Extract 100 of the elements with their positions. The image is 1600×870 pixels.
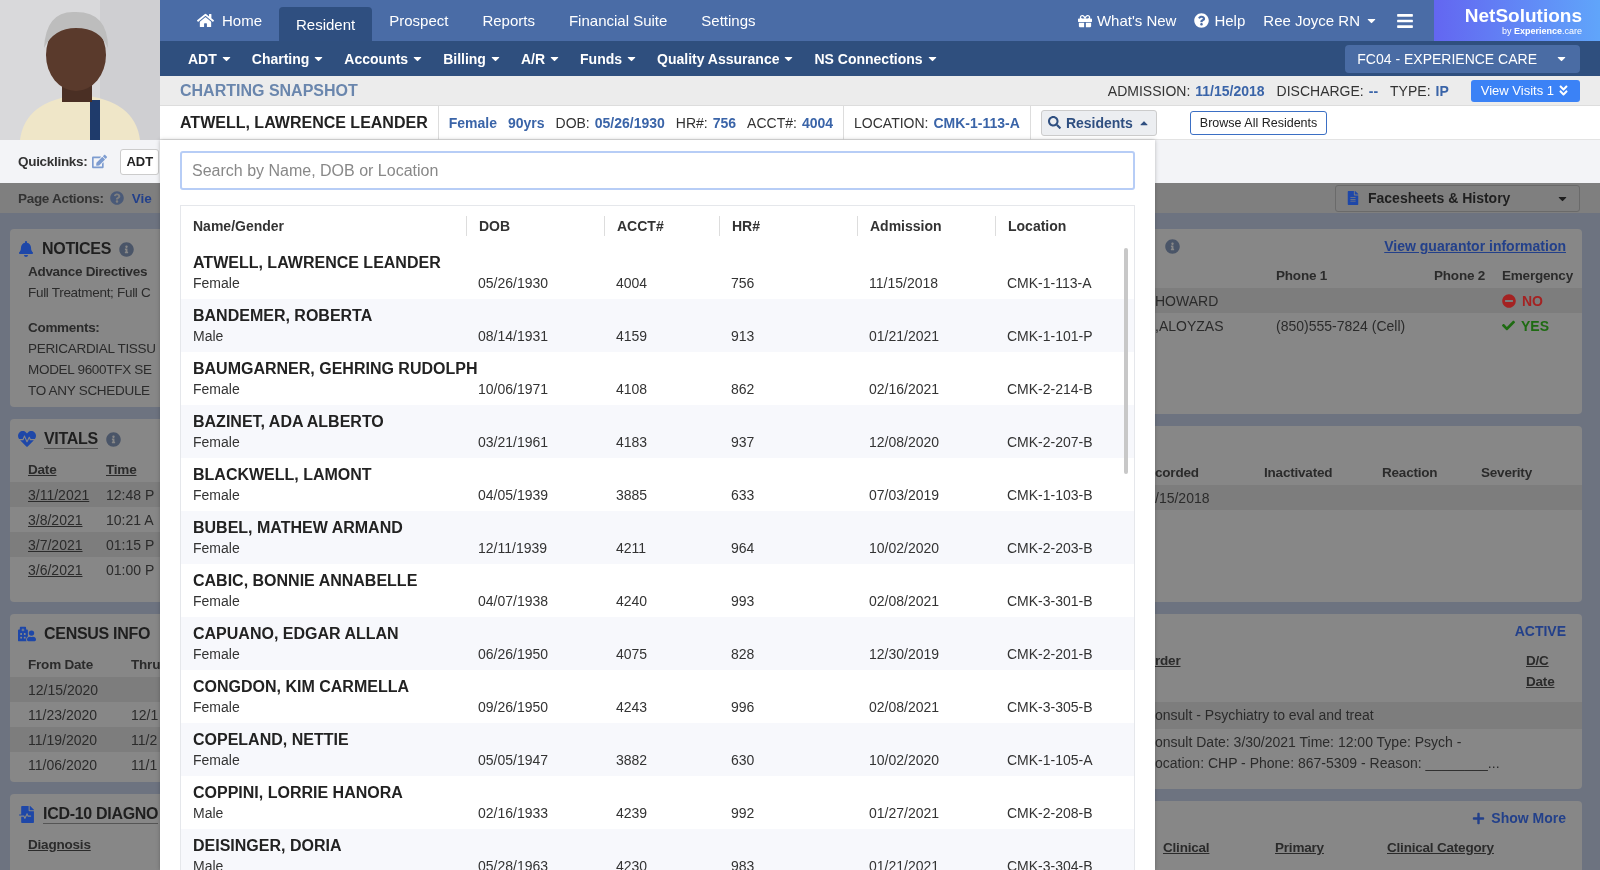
nav-tab[interactable]: Financial Suite: [551, 0, 685, 41]
field-value: IP: [1435, 82, 1449, 99]
table-cell-text: 4243: [615, 698, 648, 717]
result-row[interactable]: COPELAND, NETTIE Female 05/05/1947 3882 630 10/02/2020 CMK-1-105-A: [181, 723, 1134, 776]
order-text: onsult Date: 3/30/2021 Time: 12:00 Type: Psych -: [1155, 733, 1463, 752]
table-cell-text: 756: [730, 274, 755, 293]
field-label: Advance Directives: [27, 263, 149, 281]
table-cell-text: 05/05/1947: [477, 751, 549, 770]
nav-tab[interactable]: Home: [180, 0, 279, 41]
column-header: Clinical: [1163, 840, 1211, 855]
table-cell-text: CMK-1-103-B: [1006, 486, 1093, 505]
column-header: ACCT#: [604, 216, 719, 236]
table-cell-text: CMK-2-201-B: [1006, 645, 1093, 664]
table-cell-text: 11/19/2020: [28, 731, 99, 748]
table-cell-text: CMK-2-214-B: [1006, 380, 1093, 399]
hospital-user-icon: [18, 625, 36, 643]
nav-tab[interactable]: Prospect: [372, 0, 466, 41]
help-link[interactable]: Help: [1194, 12, 1246, 29]
quicklink-button[interactable]: ADT: [120, 148, 160, 175]
field-value: --: [1368, 82, 1379, 99]
help-icon: [109, 191, 124, 205]
menu-item[interactable]: Quality Assurance: [657, 50, 796, 67]
status-label: ACTIVE: [1514, 623, 1566, 639]
table-cell-text: 08/14/1931: [477, 327, 549, 346]
table-cell-text: Female: [192, 751, 240, 770]
table-cell-text: 4211: [615, 539, 647, 558]
menu-item[interactable]: Charting: [251, 50, 326, 67]
table-cell-text: 3/6/2021: [28, 561, 84, 578]
nav-tab[interactable]: Resident: [279, 7, 373, 41]
search-icon: [1047, 116, 1061, 129]
menu-item[interactable]: Billing: [443, 50, 502, 67]
view-visits-button[interactable]: View Visits 1: [1470, 79, 1580, 102]
table-cell-text: 09/26/1950: [477, 698, 549, 717]
field-label: ACCT#:: [747, 114, 797, 131]
table-cell-text: 3/7/2021: [28, 536, 84, 553]
table-cell-text: Male: [192, 327, 224, 346]
resident-name: CABIC, BONNIE ANNABELLE: [192, 571, 418, 591]
column-header: corded: [1155, 465, 1200, 480]
column-header: Diagnosis: [28, 837, 92, 852]
search-field[interactable]: Search by Name, DOB or Location: [180, 151, 1135, 190]
residents-button[interactable]: Residents: [1040, 109, 1157, 136]
info-icon: [1165, 238, 1180, 254]
table-cell-text: 12/08/2020: [868, 433, 940, 452]
table-cell-text: 02/16/1933: [477, 804, 549, 823]
resident-name: BLACKWELL, LAMONT: [192, 465, 372, 485]
field-value: 05/26/1930: [594, 114, 665, 131]
menu-item[interactable]: A/R: [520, 50, 562, 67]
menu-item[interactable]: Accounts: [344, 50, 425, 67]
whats-new-link[interactable]: What's New: [1077, 12, 1177, 29]
comment-line: PERICARDIAL TISSU: [27, 340, 157, 358]
table-cell-text: 05/26/1930: [477, 274, 549, 293]
table-cell-text: 862: [730, 380, 755, 399]
table-cell-text: 12/11/1939: [477, 539, 548, 558]
table-cell-text: 993: [730, 592, 755, 611]
table-cell-text: 4075: [615, 645, 648, 664]
field-label: DISCHARGE:: [1276, 82, 1364, 99]
menu-item[interactable]: ADT: [188, 50, 233, 67]
plus-icon: [1472, 811, 1486, 825]
result-row[interactable]: BANDEMER, ROBERTA Male 08/14/1931 4159 913 01/21/2021 CMK-1-101-P: [181, 299, 1134, 352]
facesheets-dropdown[interactable]: Facesheets & History: [1335, 184, 1580, 212]
table-cell-text: Female: [192, 380, 240, 399]
result-row[interactable]: BAZINET, ADA ALBERTO Female 03/21/1961 4183 937 12/08/2020 CMK-2-207-B: [181, 405, 1134, 458]
field-value: CMK-1-113-A: [933, 114, 1020, 131]
column-header: Primary: [1275, 840, 1325, 855]
field-label: HR#:: [675, 114, 708, 131]
table-cell: 12/1: [131, 706, 160, 723]
field-label: LOCATION:: [854, 114, 929, 131]
table-cell-text: 3/11/2021: [28, 486, 91, 503]
resident-name: BAUMGARNER, GEHRING RUDOLPH: [192, 359, 478, 379]
menu-item[interactable]: NS Connections: [814, 50, 939, 67]
resident-name: COPELAND, NETTIE: [192, 730, 349, 750]
table-cell-text: Female: [192, 645, 240, 664]
table-cell-text: ,ALOYZAS: [1155, 317, 1225, 334]
table-cell-text: CMK-2-207-B: [1006, 433, 1093, 452]
nav-tab[interactable]: Reports: [465, 0, 552, 41]
column-header: Inactivated: [1264, 465, 1334, 480]
column-header: Phone 1: [1276, 268, 1329, 283]
menu-icon[interactable]: [1396, 11, 1414, 30]
card-title: VITALS: [44, 429, 98, 449]
menu-item[interactable]: Funds: [580, 50, 639, 67]
column-header: Name/Gender: [192, 217, 286, 236]
facility-dropdown[interactable]: FC04 - EXPERIENCE CARE: [1345, 44, 1580, 73]
table-cell-text: 11/06/2020: [28, 756, 99, 773]
info-icon: [119, 241, 135, 257]
emergency-status: YES: [1521, 317, 1549, 334]
result-row[interactable]: CAPUANO, EDGAR ALLAN Female 06/26/1950 4075 828 12/30/2019 CMK-2-201-B: [181, 617, 1134, 670]
scrollbar[interactable]: [1124, 248, 1128, 474]
column-header: HR#: [719, 216, 857, 236]
table-cell-text: 992: [730, 804, 755, 823]
table-cell-text: (850)555-7824 (Cell): [1276, 317, 1407, 334]
field-label: TYPE:: [1390, 82, 1431, 99]
resident-name: DEISINGER, DORIA: [192, 836, 342, 856]
table-cell-text: 01:15 P: [106, 536, 156, 553]
result-row[interactable]: BUBEL, MATHEW ARMAND Female 12/11/1939 4211 964 10/02/2020 CMK-2-203-B: [181, 511, 1134, 564]
user-menu[interactable]: Ree Joyce RN: [1263, 12, 1378, 29]
browse-residents-button[interactable]: Browse All Residents: [1189, 110, 1328, 135]
field-value: Full Treatment; Full C: [27, 284, 152, 302]
table-cell-text: CMK-1-105-A: [1006, 751, 1093, 770]
nav-tab[interactable]: Settings: [684, 0, 773, 41]
resident-name: BAZINET, ADA ALBERTO: [192, 412, 384, 432]
